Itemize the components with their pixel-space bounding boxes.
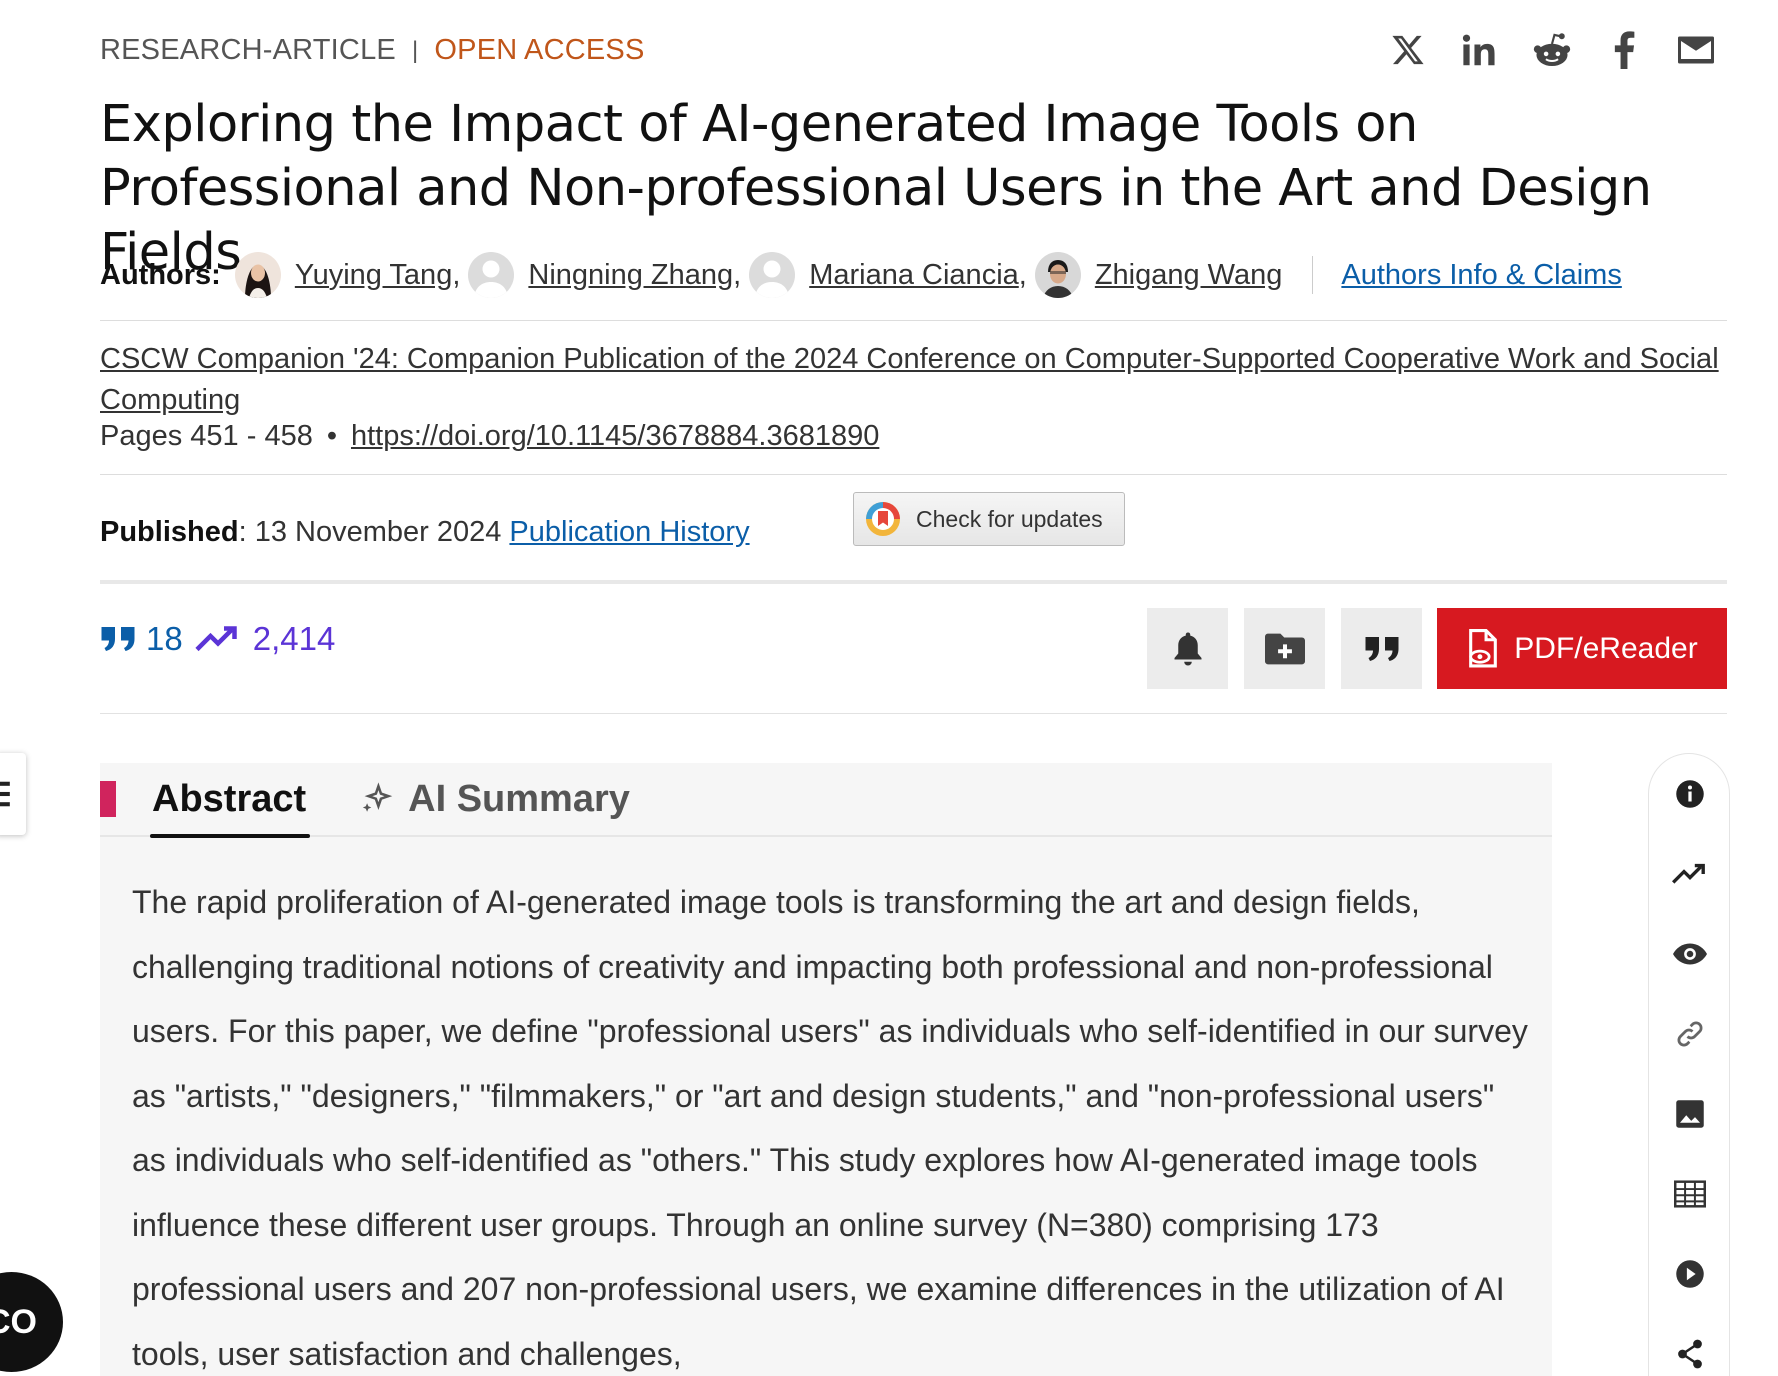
avatar [1034, 252, 1081, 298]
tab-abstract[interactable]: Abstract [149, 762, 311, 838]
author-link[interactable]: Yuying Tang [295, 259, 453, 292]
published-line: Published: 13 November 2024 Publication … [100, 516, 750, 549]
bell-icon [1174, 632, 1201, 665]
tab-marker [100, 781, 116, 817]
divider [100, 713, 1727, 714]
tab-abstract-label: Abstract [152, 777, 307, 820]
abstract-text: The rapid proliferation of AI-generated … [132, 884, 1528, 1372]
published-label: Published [100, 516, 239, 548]
avatar-placeholder-icon [749, 252, 796, 298]
pdf-ereader-label: PDF/eReader [1514, 631, 1698, 665]
divider [100, 320, 1727, 321]
divider [100, 474, 1727, 475]
author-separator: , [452, 258, 461, 291]
publication-history-link[interactable]: Publication History [509, 516, 749, 548]
authors-row: Authors: Yuying Tang, Ningning Zhang, Ma… [100, 252, 1622, 298]
abstract-panel: Abstract AI Summary The rapid proliferat… [100, 763, 1552, 1376]
play-icon[interactable] [1649, 1249, 1731, 1299]
folder-add-icon [1264, 633, 1305, 664]
trending-up-icon [195, 626, 237, 652]
eye-icon[interactable] [1649, 929, 1731, 979]
cite-button[interactable] [1341, 608, 1422, 689]
downloads-metric[interactable]: 2,414 [195, 620, 336, 658]
article-type: RESEARCH-ARTICLE [100, 34, 396, 66]
toc-toggle[interactable] [0, 753, 26, 835]
quote-icon [1365, 636, 1398, 661]
share-icon[interactable] [1649, 1329, 1731, 1376]
menu-icon [0, 781, 10, 807]
check-for-updates-button[interactable]: Check for updates [853, 492, 1125, 546]
doi-link[interactable]: https://doi.org/10.1145/3678884.3681890 [351, 420, 879, 452]
author-link[interactable]: Ningning Zhang [528, 259, 733, 292]
metrics-row: 18 2,414 [100, 620, 335, 658]
author-link[interactable]: Mariana Ciancia [809, 259, 1019, 292]
floating-widget-label: CO [0, 1302, 37, 1341]
linkedin-icon[interactable] [1444, 28, 1516, 72]
tab-ai-summary[interactable]: AI Summary [360, 762, 630, 836]
divider [1312, 256, 1314, 294]
pdf-file-icon [1469, 628, 1498, 667]
open-access-badge: OPEN ACCESS [434, 34, 645, 66]
table-icon[interactable] [1649, 1169, 1731, 1219]
pages-doi-line: Pages 451 - 458 • https://doi.org/10.1145/… [100, 420, 879, 453]
alert-button[interactable] [1147, 608, 1228, 689]
share-bar [1372, 28, 1732, 72]
x-icon[interactable] [1372, 28, 1444, 72]
bullet: • [326, 420, 337, 452]
author-entry: Ningning Zhang, [468, 252, 741, 298]
author-entry: Yuying Tang, [234, 252, 461, 298]
pdf-ereader-button[interactable]: PDF/eReader [1437, 608, 1727, 689]
floating-widget-button[interactable]: CO [0, 1272, 63, 1372]
quote-icon [101, 627, 135, 651]
avatar-placeholder-icon [468, 252, 515, 298]
check-for-updates-label: Check for updates [916, 505, 1103, 532]
citations-count: 18 [146, 620, 183, 657]
add-to-binder-button[interactable] [1244, 608, 1325, 689]
tab-bar: Abstract AI Summary [100, 762, 1552, 838]
article-type-line: RESEARCH-ARTICLE | OPEN ACCESS [100, 34, 645, 67]
published-date: : 13 November 2024 [238, 516, 502, 548]
sparkle-icon [362, 782, 393, 812]
authors-info-link[interactable]: Authors Info & Claims [1341, 259, 1621, 292]
crossmark-icon [866, 502, 900, 536]
downloads-count: 2,414 [252, 620, 336, 657]
author-link[interactable]: Zhigang Wang [1095, 259, 1283, 292]
type-separator: | [411, 36, 419, 64]
author-entry: Mariana Ciancia, [749, 252, 1027, 298]
author-entry: Zhigang Wang [1034, 252, 1283, 298]
avatar [234, 252, 281, 298]
citations-metric[interactable]: 18 [100, 620, 183, 658]
side-navigation [1648, 753, 1730, 1376]
author-separator: , [1018, 258, 1027, 291]
image-icon[interactable] [1649, 1089, 1731, 1139]
venue: CSCW Companion '24: Companion Publicatio… [100, 339, 1740, 421]
venue-link[interactable]: CSCW Companion '24: Companion Publicatio… [100, 343, 1719, 416]
trending-up-icon[interactable] [1649, 849, 1731, 899]
link-icon[interactable] [1649, 1009, 1731, 1059]
tab-ai-summary-label: AI Summary [408, 777, 630, 820]
info-icon[interactable] [1649, 769, 1731, 819]
facebook-icon[interactable] [1588, 28, 1660, 72]
author-separator: , [733, 258, 742, 291]
email-icon[interactable] [1660, 28, 1732, 72]
authors-label: Authors: [100, 258, 221, 291]
divider [100, 580, 1727, 584]
reddit-icon[interactable] [1516, 28, 1588, 72]
pages: Pages 451 - 458 [100, 420, 313, 452]
